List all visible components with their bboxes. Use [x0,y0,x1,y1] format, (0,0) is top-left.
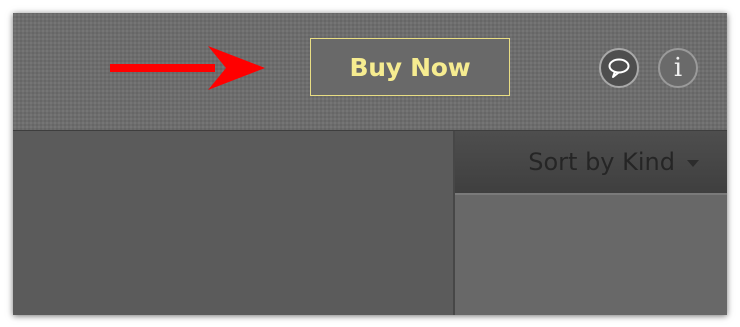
left-content-pane [13,131,454,315]
buy-now-button[interactable]: Buy Now [310,38,510,96]
sort-by-kind-dropdown[interactable]: Sort by Kind [455,131,727,195]
app-window: Buy Now i Sort by Kind [13,13,727,315]
red-arrow-icon [110,46,265,90]
info-button[interactable]: i [658,48,698,88]
speech-bubble-icon [608,58,630,78]
info-icon: i [673,53,683,83]
sort-label: Sort by Kind [528,148,675,176]
comment-button[interactable] [599,48,639,88]
top-toolbar: Buy Now i [13,13,727,131]
caret-down-icon [687,160,699,167]
right-content-pane [455,195,727,315]
